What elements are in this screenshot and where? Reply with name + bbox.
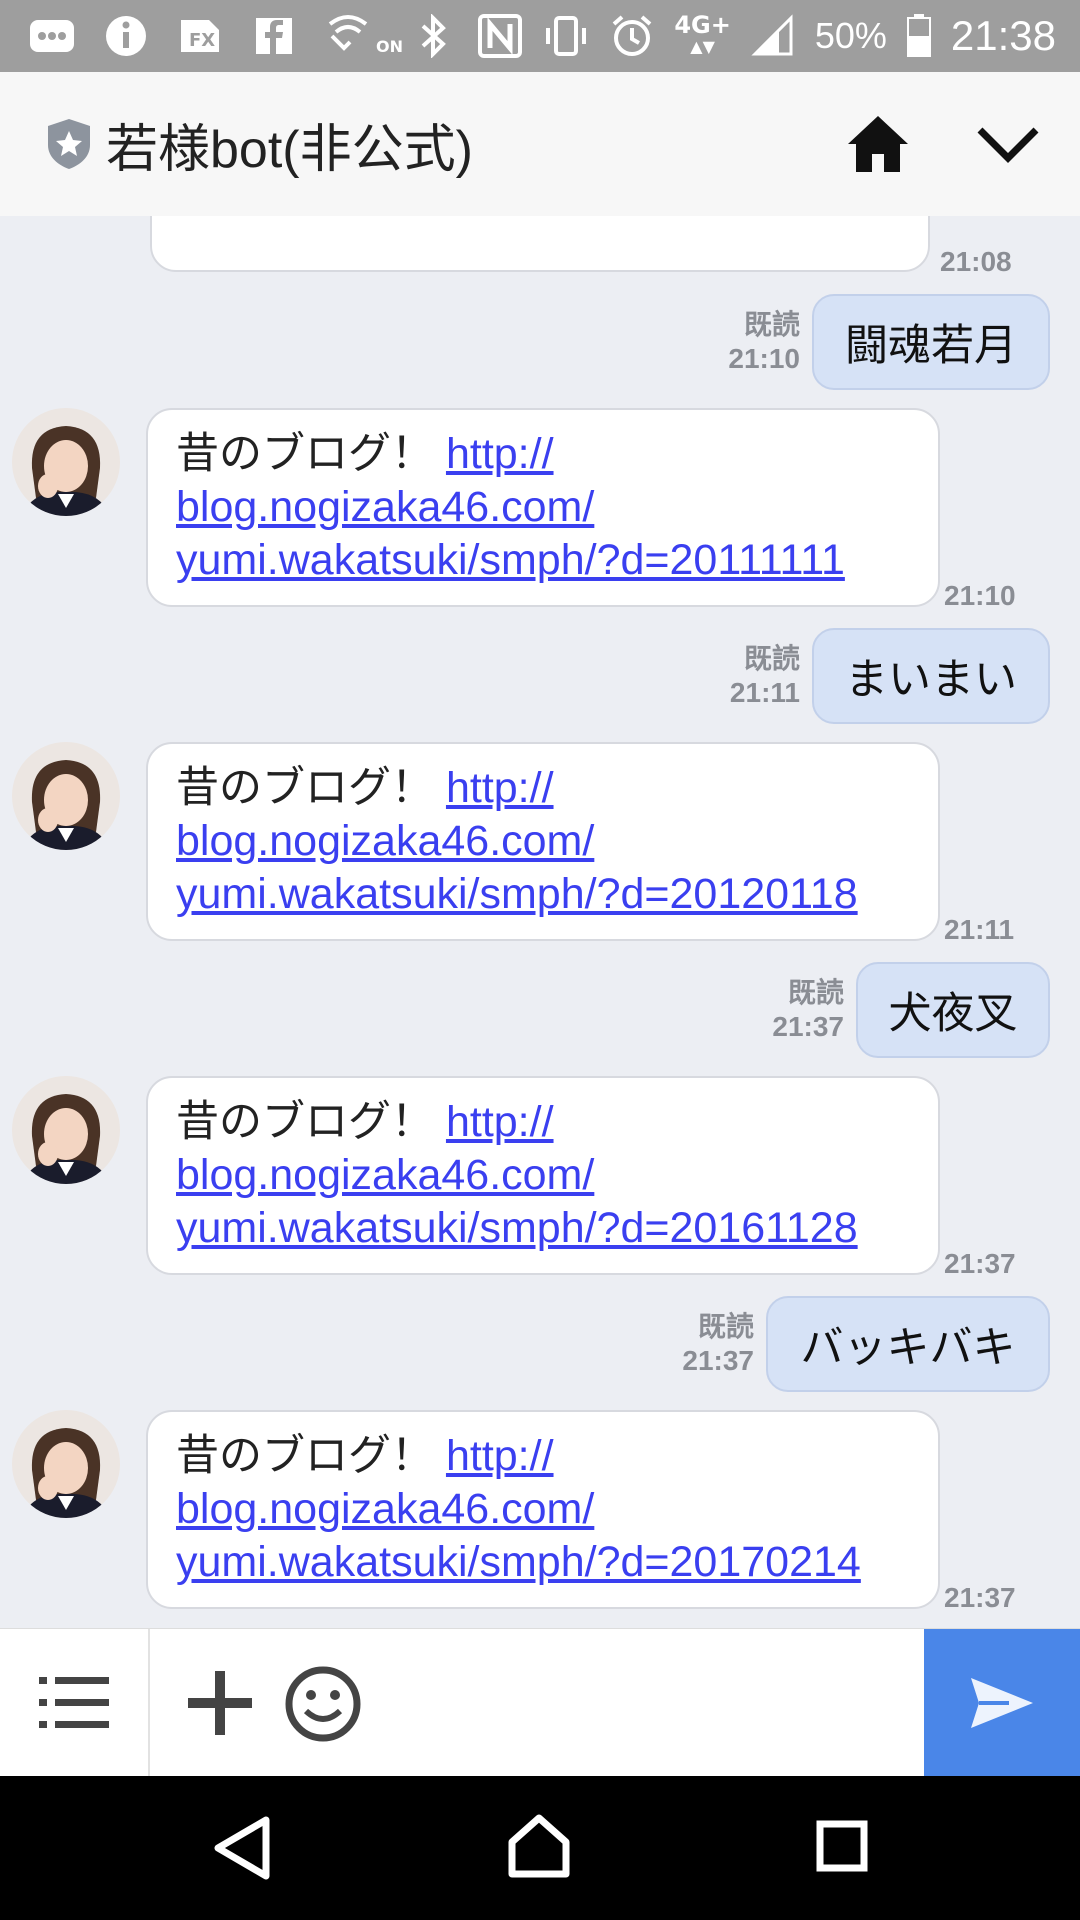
- message-time: 21:37: [944, 1582, 1016, 1613]
- clock: 21:38: [950, 12, 1056, 59]
- fx-icon: FX: [176, 14, 224, 58]
- message-bubble: [150, 216, 930, 272]
- message-bubble: 昔のブログ！ http://blog.nogizaka46.com/yumi.w…: [146, 1076, 940, 1275]
- alarm-icon: [608, 14, 656, 58]
- menu-icon: [39, 1677, 109, 1728]
- message-bubble-sent: 闘魂若月: [812, 294, 1050, 390]
- avatar[interactable]: [12, 742, 120, 850]
- chat-header: 若様bot(非公式): [0, 72, 1080, 216]
- send-icon: [971, 1678, 1033, 1728]
- avatar[interactable]: [12, 1076, 120, 1184]
- message-bubble-sent: バッキバキ: [766, 1296, 1050, 1392]
- battery-icon: [905, 14, 933, 58]
- facebook-icon: [250, 14, 298, 58]
- home-icon[interactable]: [846, 114, 910, 174]
- home-icon[interactable]: [506, 1812, 572, 1878]
- chevron-down-icon[interactable]: [976, 124, 1040, 164]
- vibrate-icon: [542, 14, 590, 58]
- chat-title: 若様bot(非公式): [106, 120, 473, 179]
- wifi-calling-icon: [324, 14, 372, 58]
- message-time: 21:10: [944, 580, 1016, 611]
- more-icon: [28, 14, 76, 58]
- read-receipt: 既読 21:10: [728, 309, 800, 374]
- message-bubble-sent: まいまい: [812, 628, 1050, 724]
- avatar[interactable]: [12, 408, 120, 516]
- emoji-icon[interactable]: [284, 1665, 362, 1743]
- message-bubble: 昔のブログ！ http://blog.nogizaka46.com/yumi.w…: [146, 1410, 940, 1609]
- message-bubble: 昔のブログ！ http://blog.nogizaka46.com/yumi.w…: [146, 742, 940, 941]
- plus-icon[interactable]: [184, 1667, 256, 1739]
- message-time: 21:08: [940, 246, 1012, 277]
- message-bubble-sent: 犬夜叉: [856, 962, 1050, 1058]
- bluetooth-icon: [410, 14, 458, 58]
- status-bar: FX ON 4G+ ▲▼ 50% 21:38: [0, 0, 1080, 72]
- read-receipt: 既読 21:37: [772, 977, 844, 1042]
- message-list[interactable]: 21:08 既読 21:10 闘魂若月 昔のブログ！ http://blog.no…: [0, 216, 1080, 1628]
- system-nav-bar: [0, 1776, 1080, 1920]
- message-time: 21:37: [944, 1248, 1016, 1279]
- network-type: 4G+ ▲▼: [674, 11, 731, 56]
- read-receipt: 既読 21:11: [729, 643, 800, 708]
- svg-text:FX: FX: [189, 30, 215, 51]
- recent-apps-icon[interactable]: [816, 1820, 868, 1872]
- back-icon[interactable]: [210, 1814, 274, 1882]
- message-bubble: 昔のブログ！ http://blog.nogizaka46.com/yumi.w…: [146, 408, 940, 607]
- input-bar: [0, 1628, 1080, 1777]
- cast-label: ON: [376, 37, 403, 56]
- nfc-icon: [476, 14, 524, 58]
- read-receipt: 既読 21:37: [682, 1311, 754, 1376]
- avatar[interactable]: [12, 1410, 120, 1518]
- signal-icon: [749, 14, 797, 58]
- shield-star-icon: [48, 119, 90, 169]
- battery-percent: 50%: [814, 15, 887, 56]
- info-icon: [102, 14, 150, 58]
- menu-button[interactable]: [0, 1629, 150, 1777]
- message-time: 21:11: [944, 914, 1015, 945]
- send-button[interactable]: [924, 1629, 1080, 1777]
